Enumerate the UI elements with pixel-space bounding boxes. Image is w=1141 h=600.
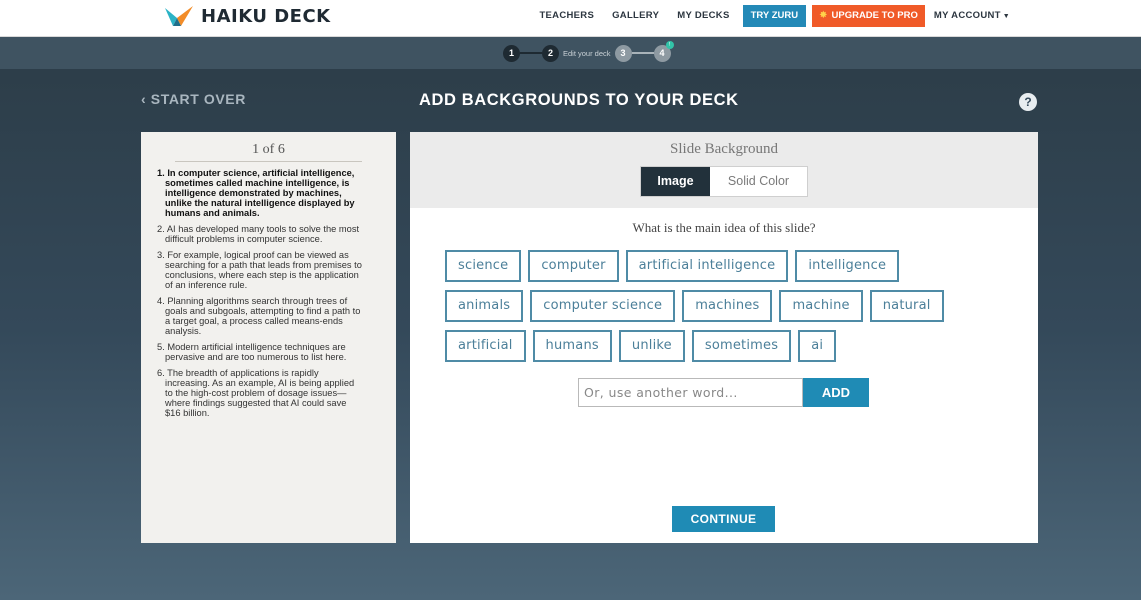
slide-counter: 1 of 6 bbox=[175, 142, 362, 162]
keyword-chip-ai[interactable]: ai bbox=[798, 330, 837, 362]
add-keyword-button[interactable]: ADD bbox=[803, 378, 869, 407]
keyword-chip-machine[interactable]: machine bbox=[779, 290, 863, 322]
step-badge: ! bbox=[665, 40, 674, 49]
keyword-chip-computer[interactable]: computer bbox=[528, 250, 619, 282]
slide-item[interactable]: 2. AI has developed many tools to solve … bbox=[155, 224, 382, 244]
main-idea-question: What is the main idea of this slide? bbox=[632, 220, 816, 235]
step-3[interactable]: 3 bbox=[614, 44, 632, 62]
step-connector bbox=[520, 52, 542, 54]
step-2[interactable]: 2 bbox=[542, 44, 559, 62]
keyword-chip-unlike[interactable]: unlike bbox=[618, 330, 685, 362]
custom-keyword-input[interactable] bbox=[578, 378, 803, 407]
logo[interactable]: HAIKU DECK bbox=[163, 3, 331, 29]
chip-row: artificial humans unlike sometimes ai bbox=[445, 330, 1005, 362]
keyword-chip-humans[interactable]: humans bbox=[532, 330, 612, 362]
keyword-chip-artificial-intelligence[interactable]: artificial intelligence bbox=[625, 250, 789, 282]
upgrade-label: UPGRADE TO PRO bbox=[831, 10, 918, 21]
nav-gallery[interactable]: GALLERY bbox=[603, 5, 668, 27]
background-header: Slide Background Image Solid Color bbox=[410, 132, 1038, 208]
keyword-chips: science computer artificial intelligence… bbox=[445, 250, 1005, 370]
continue-button[interactable]: CONTINUE bbox=[672, 506, 775, 532]
help-icon[interactable]: ? bbox=[1019, 93, 1037, 111]
background-panel: Slide Background Image Solid Color What … bbox=[410, 132, 1038, 543]
step-current-label: Edit your deck bbox=[563, 48, 611, 58]
keyword-chip-artificial[interactable]: artificial bbox=[445, 330, 526, 362]
account-menu[interactable]: MY ACCOUNT ▼ bbox=[925, 5, 1019, 27]
keyword-chip-animals[interactable]: animals bbox=[445, 290, 524, 322]
account-label: MY ACCOUNT bbox=[933, 10, 1001, 21]
image-toggle-button[interactable]: Image bbox=[641, 167, 710, 196]
chevron-left-icon: ‹ bbox=[141, 91, 151, 107]
background-type-toggle: Image Solid Color bbox=[640, 166, 808, 197]
slide-list: 1. In computer science, artificial intel… bbox=[155, 168, 382, 418]
step-connector bbox=[631, 52, 654, 54]
slide-outline-panel: 1 of 6 1. In computer science, artificia… bbox=[141, 132, 396, 543]
page-title: ADD BACKGROUNDS TO YOUR DECK bbox=[419, 91, 739, 109]
slide-item[interactable]: 5. Modern artificial intelligence techni… bbox=[155, 342, 382, 362]
custom-keyword-row: ADD bbox=[578, 378, 869, 407]
main-nav: TEACHERS GALLERY MY DECKS TRY ZURU ✸ UPG… bbox=[530, 5, 1019, 27]
sparkle-icon: ✸ bbox=[819, 10, 828, 21]
brand-name: HAIKU DECK bbox=[201, 5, 331, 27]
keyword-chip-intelligence[interactable]: intelligence bbox=[795, 250, 900, 282]
background-title: Slide Background bbox=[670, 141, 778, 157]
step-1[interactable]: 1 bbox=[503, 44, 520, 62]
caret-down-icon: ▼ bbox=[1002, 13, 1010, 20]
start-over-link[interactable]: ‹ START OVER bbox=[141, 91, 246, 107]
chip-row: science computer artificial intelligence… bbox=[445, 250, 1005, 282]
keyword-chip-sometimes[interactable]: sometimes bbox=[691, 330, 792, 362]
start-over-label: START OVER bbox=[150, 91, 246, 107]
slide-item[interactable]: 1. In computer science, artificial intel… bbox=[155, 168, 382, 218]
try-zuru-button[interactable]: TRY ZURU bbox=[742, 5, 807, 27]
nav-teachers[interactable]: TEACHERS bbox=[530, 5, 603, 27]
chip-row: animals computer science machines machin… bbox=[445, 290, 1005, 322]
keyword-chip-machines[interactable]: machines bbox=[682, 290, 773, 322]
keyword-chip-natural[interactable]: natural bbox=[869, 290, 944, 322]
slide-item[interactable]: 3. For example, logical proof can be vie… bbox=[155, 250, 382, 290]
slide-item[interactable]: 4. Planning algorithms search through tr… bbox=[155, 296, 382, 336]
solid-color-toggle-button[interactable]: Solid Color bbox=[710, 167, 807, 196]
keyword-chip-science[interactable]: science bbox=[445, 250, 522, 282]
crane-logo-icon bbox=[165, 6, 193, 26]
slide-item[interactable]: 6. The breadth of applications is rapidl… bbox=[155, 368, 382, 418]
top-navbar: HAIKU DECK TEACHERS GALLERY MY DECKS TRY… bbox=[0, 0, 1141, 37]
keyword-chip-computer-science[interactable]: computer science bbox=[530, 290, 676, 322]
upgrade-button[interactable]: ✸ UPGRADE TO PRO bbox=[812, 5, 925, 27]
progress-stepper: 1 2 Edit your deck 3 4 ! bbox=[0, 37, 1141, 69]
nav-my-decks[interactable]: MY DECKS bbox=[668, 5, 738, 27]
